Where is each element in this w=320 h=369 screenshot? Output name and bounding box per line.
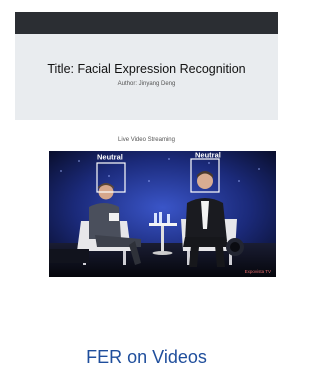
top-navbar bbox=[15, 12, 278, 34]
header-panel: Title: Facial Expression Recognition Aut… bbox=[15, 34, 278, 120]
video-watermark: Expovista TV bbox=[245, 269, 271, 274]
section-title: FER on Videos bbox=[86, 347, 207, 367]
video-frame: Neutral Neutral Expovista TV bbox=[49, 151, 276, 277]
author-line: Author: Jinyang Deng bbox=[117, 81, 176, 87]
stream-caption: Live Video Streaming bbox=[118, 137, 175, 143]
page-title: Title: Facial Expression Recognition bbox=[47, 62, 246, 76]
detection-label-right: Neutral bbox=[195, 151, 221, 160]
video-stream[interactable]: Neutral Neutral Expovista TV bbox=[49, 151, 276, 277]
detection-label-left: Neutral bbox=[97, 153, 123, 162]
